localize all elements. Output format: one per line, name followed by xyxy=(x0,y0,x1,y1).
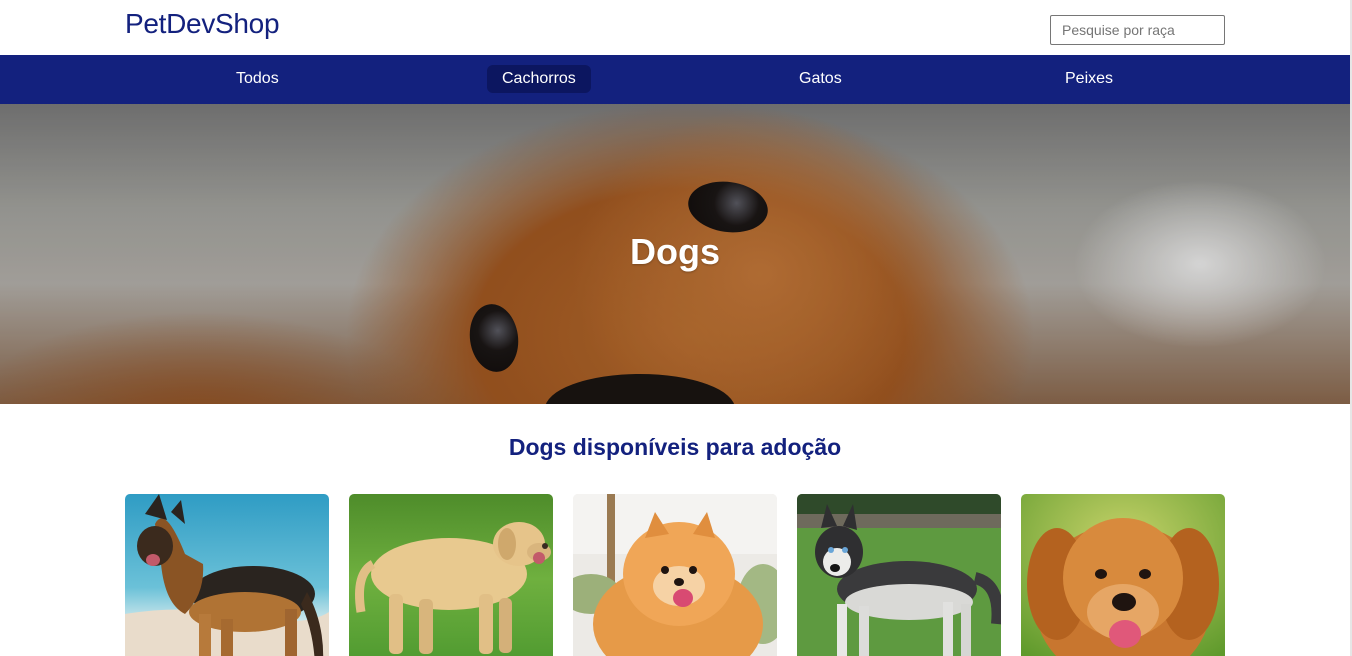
dog-card[interactable] xyxy=(573,494,777,656)
site-logo[interactable]: PetDevShop xyxy=(125,8,280,40)
dog-eye-left xyxy=(465,300,523,376)
pomeranian-photo xyxy=(573,494,777,656)
category-nav: Todos Cachorros Gatos Peixes xyxy=(0,55,1350,104)
section-title: Dogs disponíveis para adoção xyxy=(508,434,842,460)
nav-item-peixes[interactable]: Peixes xyxy=(1050,65,1128,93)
breed-search-input[interactable] xyxy=(1050,15,1225,45)
nav-item-cachorros[interactable]: Cachorros xyxy=(487,65,591,93)
husky-photo xyxy=(797,494,1001,656)
dog-card[interactable] xyxy=(349,494,553,656)
golden-retriever-photo xyxy=(1021,494,1225,656)
hero-banner: Dogs xyxy=(0,104,1350,404)
dog-card[interactable] xyxy=(1021,494,1225,656)
hero-title: Dogs xyxy=(630,231,720,272)
dog-card[interactable] xyxy=(125,494,329,656)
nav-item-todos[interactable]: Todos xyxy=(221,65,294,93)
site-header: PetDevShop xyxy=(0,0,1350,55)
dog-card[interactable] xyxy=(797,494,1001,656)
labrador-photo xyxy=(349,494,553,656)
dog-nose xyxy=(545,374,735,404)
nav-item-gatos[interactable]: Gatos xyxy=(784,65,857,93)
german-shepherd-photo xyxy=(125,494,329,656)
dog-eye-right xyxy=(684,176,772,238)
